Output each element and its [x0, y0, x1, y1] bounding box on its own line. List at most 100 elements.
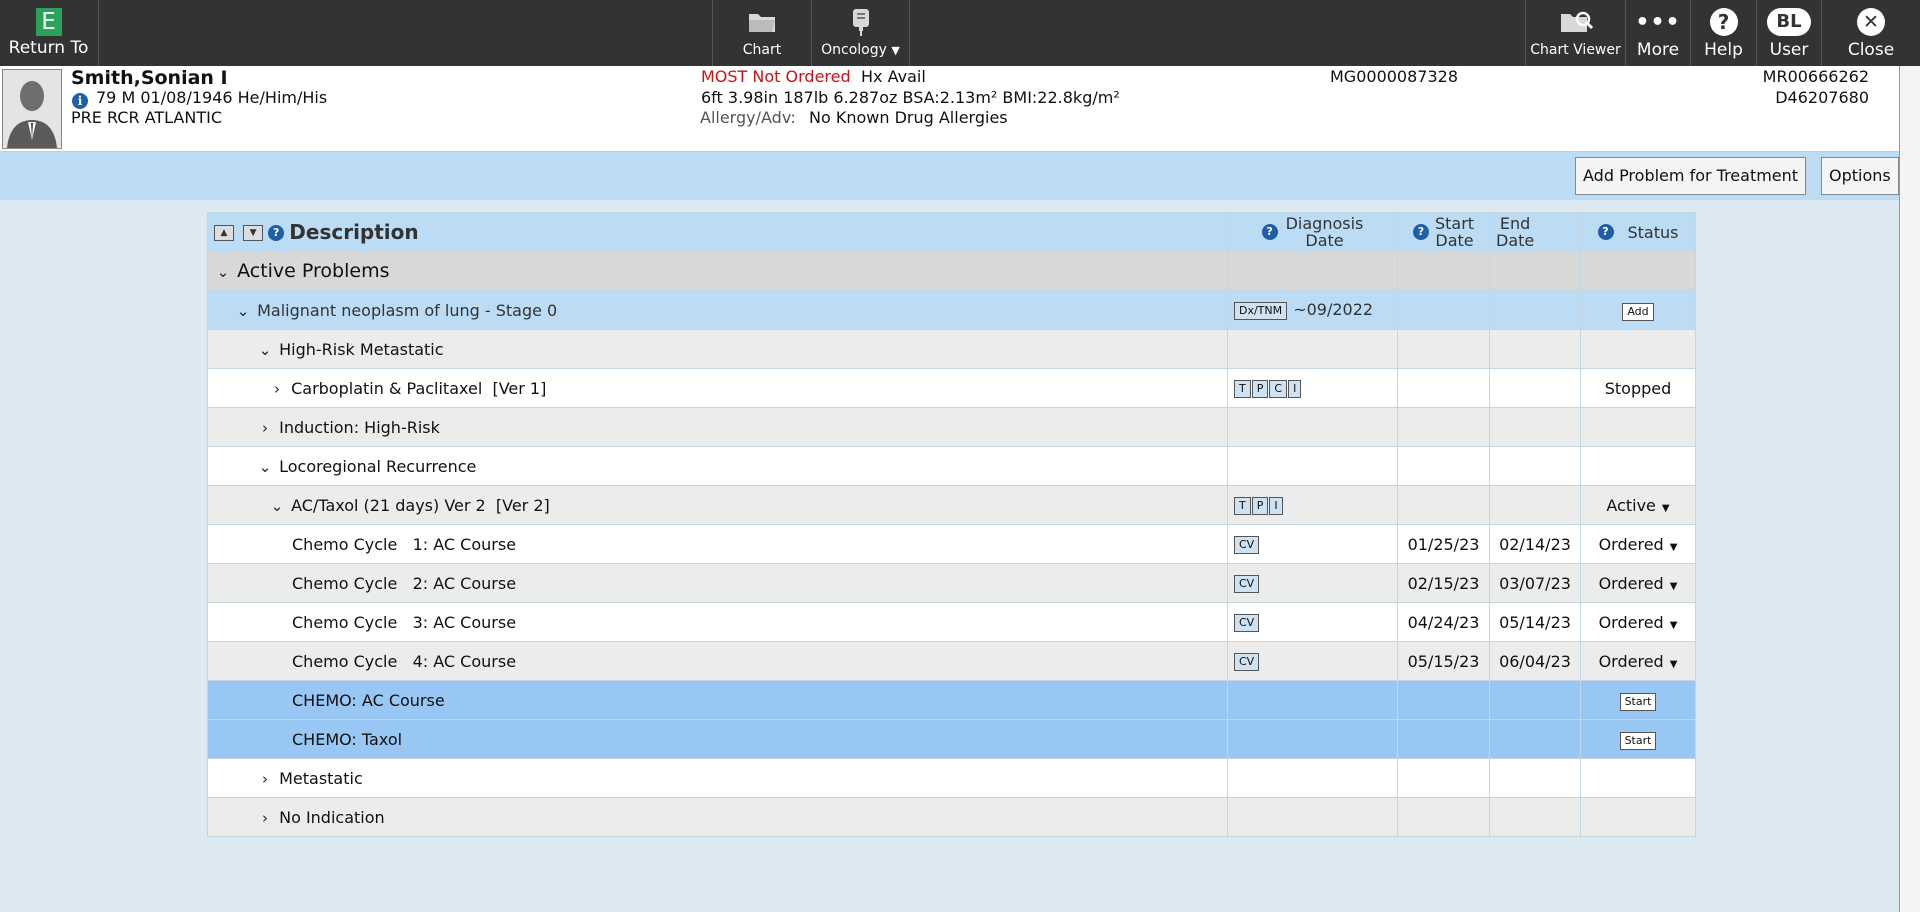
row-description[interactable]: Chemo Cycle 1: AC Course: [292, 535, 516, 554]
user-button[interactable]: BL User: [1757, 0, 1821, 66]
plan-tag-button[interactable]: P: [1251, 496, 1269, 515]
plan-tag-button[interactable]: C: [1269, 379, 1288, 398]
grid-row[interactable]: ⌄ AC/Taxol (21 days) Ver 2 [Ver 2] T P I Ac…: [207, 485, 1696, 525]
start-date-cell: [1397, 485, 1490, 525]
plan-tag-button[interactable]: CV: [1234, 652, 1260, 671]
end-date-header: End Date: [1489, 212, 1581, 252]
grid-row[interactable]: ⌄ Malignant neoplasm of lung - Stage 0 Dx…: [207, 290, 1696, 330]
grid-row[interactable]: ⌄ High-Risk Metastatic: [207, 329, 1696, 369]
description-header: ▲ ▼ ? Description: [207, 212, 1228, 252]
row-description[interactable]: Carboplatin & Paclitaxel [Ver 1]: [291, 379, 546, 398]
chevron-down-icon[interactable]: ⌄: [234, 302, 252, 320]
mg-number: MG0000087328: [1330, 67, 1458, 86]
chart-button[interactable]: Chart: [713, 0, 811, 66]
status-text: Ordered: [1598, 612, 1664, 632]
plan-tag-button[interactable]: P: [1251, 379, 1269, 398]
help-icon[interactable]: ?: [1597, 224, 1614, 240]
row-description[interactable]: CHEMO: Taxol: [292, 730, 402, 749]
grid-row[interactable]: ⌄ Active Problems: [207, 251, 1696, 291]
top-toolbar: E Return To Chart Oncology ▼ Chart Viewe…: [0, 0, 1920, 66]
chevron-right-icon[interactable]: ›: [256, 809, 274, 827]
row-description[interactable]: No Indication: [279, 808, 385, 827]
row-description[interactable]: Chemo Cycle 3: AC Course: [292, 613, 516, 632]
close-button[interactable]: ✕ Close: [1822, 0, 1920, 66]
patient-measurements: 6ft 3.98in 187lb 6.287oz BSA:2.13m² BMI:…: [701, 88, 1120, 107]
plan-tag-button[interactable]: T: [1234, 496, 1251, 515]
folder-icon: [747, 6, 777, 38]
info-icon[interactable]: i: [72, 93, 88, 109]
most-status[interactable]: MOST Not Ordered: [701, 67, 851, 87]
vertical-scrollbar[interactable]: [1899, 66, 1920, 912]
row-description[interactable]: Chemo Cycle 2: AC Course: [292, 574, 516, 593]
chevron-down-icon[interactable]: ⌄: [214, 263, 232, 281]
row-description[interactable]: Locoregional Recurrence: [279, 457, 476, 476]
grid-row[interactable]: Chemo Cycle 2: AC Course CV 02/15/23 03/07…: [207, 563, 1696, 603]
grid-row[interactable]: CHEMO: AC Course Start: [207, 680, 1696, 720]
plan-tag-button[interactable]: I: [1288, 379, 1302, 398]
row-description[interactable]: AC/Taxol (21 days) Ver 2 [Ver 2]: [291, 496, 550, 515]
allergy-value: No Known Drug Allergies: [809, 108, 1008, 127]
status-dropdown-icon[interactable]: ▼: [1662, 503, 1670, 514]
add-problem-button[interactable]: Add Problem for Treatment: [1575, 157, 1807, 195]
app-logo-icon: E: [35, 8, 62, 36]
row-action-button[interactable]: Start: [1619, 731, 1657, 750]
grid-row[interactable]: Chemo Cycle 1: AC Course CV 01/25/23 02/14…: [207, 524, 1696, 564]
grid-row[interactable]: › Induction: High-Risk: [207, 407, 1696, 447]
chevron-right-icon[interactable]: ›: [256, 770, 274, 788]
help-button[interactable]: ? Help: [1691, 0, 1756, 66]
plan-tag-button[interactable]: CV: [1234, 535, 1260, 554]
status-dropdown-icon[interactable]: ▼: [1670, 659, 1678, 670]
row-description[interactable]: Chemo Cycle 4: AC Course: [292, 652, 516, 671]
chevron-right-icon[interactable]: ›: [256, 419, 274, 437]
grid-row[interactable]: Chemo Cycle 3: AC Course CV 04/24/23 05/14…: [207, 602, 1696, 642]
description-cell: › Metastatic: [207, 758, 1228, 798]
chevron-down-icon[interactable]: ⌄: [256, 341, 274, 359]
status-dropdown-icon[interactable]: ▼: [1670, 581, 1678, 592]
row-action-button[interactable]: Add: [1622, 302, 1654, 321]
chevron-right-icon[interactable]: ›: [268, 380, 286, 398]
row-action-button[interactable]: Start: [1619, 692, 1657, 711]
grid-row[interactable]: Chemo Cycle 4: AC Course CV 05/15/23 06/04…: [207, 641, 1696, 681]
end-date-cell: [1489, 329, 1581, 369]
row-description[interactable]: Malignant neoplasm of lung - Stage 0: [257, 301, 557, 320]
row-description[interactable]: Active Problems: [237, 260, 389, 282]
plan-tag-button[interactable]: T: [1234, 379, 1251, 398]
grid-row[interactable]: ⌄ Locoregional Recurrence: [207, 446, 1696, 486]
status-cell: Add: [1580, 290, 1696, 330]
grid-row[interactable]: › No Indication: [207, 797, 1696, 837]
plan-tag-button[interactable]: I: [1269, 496, 1283, 515]
row-description[interactable]: High-Risk Metastatic: [279, 340, 443, 359]
start-date-cell: [1397, 407, 1490, 447]
row-description[interactable]: Metastatic: [279, 769, 363, 788]
folder-search-icon: [1559, 6, 1593, 38]
status-dropdown-icon[interactable]: ▼: [1670, 620, 1678, 631]
close-label: Close: [1847, 40, 1895, 60]
status-text: Ordered: [1598, 573, 1664, 593]
row-description[interactable]: Induction: High-Risk: [279, 418, 440, 437]
end-date-cell: [1489, 446, 1581, 486]
diagnosis-cell: Dx/TNM ~09/2022: [1227, 290, 1398, 330]
more-button[interactable]: ••• More: [1626, 0, 1690, 66]
help-icon[interactable]: ?: [268, 224, 285, 241]
grid-row[interactable]: CHEMO: Taxol Start: [207, 719, 1696, 759]
help-icon[interactable]: ?: [1412, 224, 1429, 240]
status-dropdown-icon[interactable]: ▼: [1670, 542, 1678, 553]
options-button[interactable]: Options: [1821, 157, 1899, 195]
return-to-button[interactable]: E Return To: [0, 0, 97, 66]
help-icon[interactable]: ?: [1261, 224, 1278, 240]
collapse-all-icon[interactable]: ▲: [214, 224, 234, 241]
chevron-down-icon[interactable]: ⌄: [268, 497, 286, 515]
start-date-cell: [1397, 368, 1490, 408]
chart-viewer-button[interactable]: Chart Viewer: [1526, 0, 1625, 66]
row-description[interactable]: CHEMO: AC Course: [292, 691, 445, 710]
expand-all-icon[interactable]: ▼: [243, 224, 264, 241]
diagnosis-date-header-label: Diagnosis Date: [1285, 214, 1364, 250]
plan-tag-button[interactable]: CV: [1234, 574, 1260, 593]
grid-row[interactable]: › Metastatic: [207, 758, 1696, 798]
plan-tag-button[interactable]: Dx/TNM: [1234, 301, 1288, 320]
chevron-down-icon[interactable]: ⌄: [256, 458, 274, 476]
status-cell: [1580, 797, 1696, 837]
plan-tag-button[interactable]: CV: [1234, 613, 1260, 632]
oncology-menu-button[interactable]: Oncology ▼: [812, 0, 909, 66]
grid-row[interactable]: › Carboplatin & Paclitaxel [Ver 1] T P C I S…: [207, 368, 1696, 408]
